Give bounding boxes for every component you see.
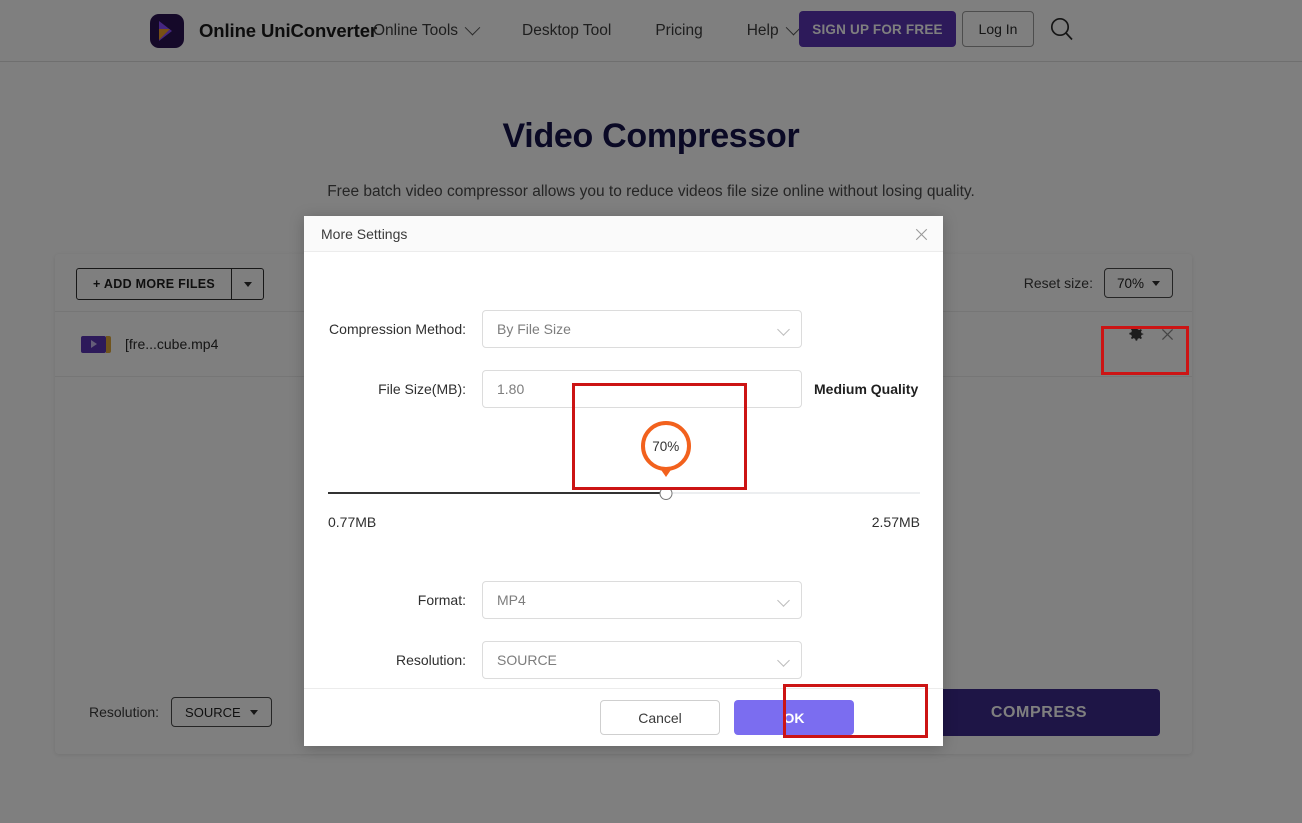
dialog-footer: Cancel OK [304,688,943,746]
format-select[interactable]: MP4 [482,581,802,619]
chevron-down-icon [777,594,790,607]
format-value: MP4 [497,592,526,608]
row-format: Format: MP4 [319,581,802,619]
chevron-down-icon [777,654,790,667]
slider-percent-label: 70% [640,421,691,471]
dialog-titlebar: More Settings [304,216,943,252]
resolution-label: Resolution: [395,652,466,668]
close-icon[interactable] [911,224,931,244]
chevron-down-icon [777,323,790,336]
quality-note: Medium Quality [814,381,919,397]
file-size-value: 1.80 [497,381,525,397]
row-compression-method: Compression Method: By File Size [319,310,802,348]
slider-percent-bubble: 70% [640,421,691,477]
dialog-title: More Settings [321,225,408,242]
resolution-value: SOURCE [497,652,557,668]
resolution-select[interactable]: SOURCE [482,641,802,679]
row-file-size: File Size(MB): 1.80 Medium Quality [319,370,918,408]
slider-thumb[interactable] [659,487,673,500]
format-label: Format: [417,592,466,608]
compression-method-value: By File Size [497,321,571,337]
ok-button[interactable]: OK [734,700,854,735]
slider-min-label: 0.77MB [328,514,377,530]
row-resolution: Resolution: SOURCE [319,641,802,679]
compression-method-label: Compression Method: [329,321,466,337]
more-settings-dialog: More Settings Compression Method: By Fil… [304,216,943,746]
compression-method-select[interactable]: By File Size [482,310,802,348]
slider-max-label: 2.57MB [871,514,920,530]
cancel-button[interactable]: Cancel [600,700,720,735]
slider-track-fill [328,492,666,494]
dialog-body: Compression Method: By File Size File Si… [304,252,943,687]
file-size-input[interactable]: 1.80 [482,370,802,408]
file-size-label: File Size(MB): [378,381,466,397]
